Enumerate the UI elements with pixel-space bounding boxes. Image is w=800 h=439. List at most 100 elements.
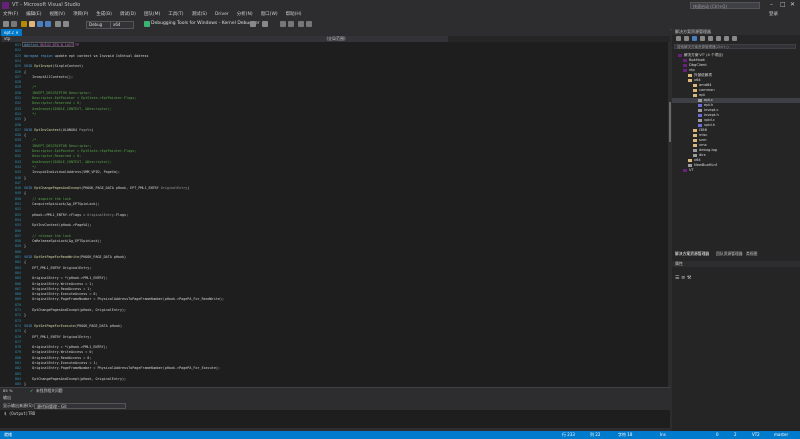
code-editor[interactable]: 821 822 823 824 825 826 827 828 829 830 831 832 833 8… [0, 42, 668, 387]
code-line[interactable]: #pragma region update ept context va Inv… [24, 54, 149, 59]
status-repo[interactable]: master [774, 431, 788, 439]
code-token: } [24, 382, 27, 387]
code-line[interactable]: InveptAllContexts(); [24, 75, 73, 80]
tab-ept-c[interactable]: ept.c ✕ [1, 29, 22, 36]
code-line[interactable]: pHook->PML1_ENTRY->Flags = OriginalEntry… [24, 213, 128, 218]
output-text-area[interactable]: $ (Output)TRD [0, 410, 670, 428]
code-line[interactable]: EPT_PML1_ENTRY OriginalEntry; [24, 335, 91, 340]
code-token: CacquireSpinLock(&g_EPTSpinLock); [24, 202, 100, 206]
debugger-select[interactable]: Debugging Tools for Windows - Kernel Deb… [151, 21, 260, 27]
menu-item[interactable]: 生成(B) [96, 11, 112, 19]
menu-item[interactable]: 测试(S) [192, 11, 207, 19]
alphabetical-icon[interactable]: ≡ [681, 275, 685, 281]
menu-item[interactable]: Driver [215, 11, 229, 19]
code-line[interactable]: } [24, 117, 26, 122]
code-line[interactable]: OriginalEntry.PageFrameNumber = Physical… [24, 297, 224, 302]
code-line[interactable]: VOID EptSetPageForExecute(PHOOK_PAGE_DAT… [24, 324, 122, 329]
tab-class-view[interactable]: 类视图 [746, 251, 757, 257]
menu-item[interactable]: 团队(M) [144, 11, 160, 19]
find-icon[interactable] [262, 21, 268, 27]
minimize-icon[interactable]: – [770, 1, 773, 8]
code-token: OriginalEntry.ExecuteAccess = 1; [24, 361, 98, 365]
scrollbar-thumb[interactable] [669, 102, 671, 142]
new-project-icon[interactable] [21, 21, 27, 27]
menu-item[interactable]: 项目(P) [73, 11, 88, 19]
attach-icon[interactable] [250, 21, 256, 27]
save-icon[interactable] [37, 21, 43, 27]
open-file-icon[interactable] [29, 21, 35, 27]
code-line[interactable]: } [24, 244, 26, 249]
menu-item[interactable]: 编辑(E) [26, 11, 41, 19]
menu-bar: 文件(F) 编辑(E) 视图(V) 项目(P) 生成(B) 调试(D) 团队(M) 工具(T)… [0, 11, 800, 19]
back-icon[interactable] [676, 36, 681, 41]
code-token: (PHOOK_PAGE_DATA pHook) [79, 255, 127, 259]
categorized-icon[interactable]: ☰ [675, 275, 679, 281]
menu-item[interactable]: 窗口(W) [261, 11, 278, 19]
comment-icon[interactable] [280, 21, 286, 27]
quick-launch-input[interactable]: 快速启动 (Ctrl+Q) [690, 2, 760, 9]
solution-tree-item[interactable]: VT [683, 168, 694, 173]
bookmark-next-icon[interactable] [306, 21, 312, 27]
undo-icon[interactable] [55, 21, 61, 27]
status-errors[interactable]: 0 [716, 431, 719, 439]
platform-select[interactable]: x64 [110, 21, 134, 29]
home-icon[interactable] [692, 36, 697, 41]
code-line[interactable]: VOID EptChangePagesAndInvept(PHOOK_PAGE_… [24, 186, 189, 191]
code-line[interactable]: CmReleaseSpinLock(&g_EPTSpinLock); [24, 239, 101, 244]
output-source-select[interactable]: 源代码管理 - Git [34, 403, 126, 409]
bookmark-icon[interactable] [298, 21, 304, 27]
code-line[interactable]: } [24, 313, 26, 318]
collapse-all-icon[interactable] [716, 36, 721, 41]
code-token: .Flags; [113, 212, 129, 217]
menu-item[interactable]: 调试(D) [120, 11, 136, 19]
redo-icon[interactable] [63, 21, 69, 27]
code-token: ) [91, 127, 94, 132]
code-line[interactable]: AsmInvept(SINGLE_CONTEXT, &Descriptor); [24, 160, 112, 165]
maximize-icon[interactable]: □ [780, 1, 786, 8]
code-token: OriginalEntry.PageFrameNumber = Physical… [24, 366, 220, 371]
menu-item[interactable]: 帮助(H) [286, 11, 302, 19]
code-line[interactable]: VOID EptSetPageForReadWrite(PHOOK_PAGE_D… [24, 255, 126, 260]
sync-icon[interactable] [700, 36, 705, 41]
status-branch[interactable]: VT2 [752, 431, 760, 439]
code-line[interactable]: AsmInvept(SINGLE_CONTEXT, &Descriptor); [24, 107, 112, 112]
tab-close-icon[interactable]: ✕ [15, 30, 18, 35]
code-line[interactable]: CacquireSpinLock(&g_EPTSpinLock); [24, 202, 100, 207]
back-icon[interactable] [3, 21, 9, 27]
close-icon[interactable]: ✕ [790, 1, 795, 8]
forward-icon[interactable] [684, 36, 689, 41]
tab-solution-explorer[interactable]: 解决方案资源管理器 [675, 251, 709, 257]
status-warnings[interactable]: 2 [734, 431, 737, 439]
login-link[interactable]: 登录 [769, 11, 778, 19]
code-line[interactable]: VOID EptInvContext(ULONG64 PageVa) [24, 128, 93, 133]
tab-team-explorer[interactable]: 团队资源管理器 [716, 251, 743, 257]
code-line[interactable]: EptInvContext(pHook->PageVA); [24, 223, 91, 228]
solution-search-input[interactable]: 搜索解决方案资源管理器(Ctrl+;) [674, 44, 796, 49]
code-line[interactable]: #define BUILD_BTN_N_LAST_TP [24, 43, 79, 48]
menu-item[interactable]: 视图(V) [49, 11, 65, 19]
code-token: } [24, 313, 27, 318]
start-debugging-icon[interactable] [144, 21, 150, 27]
menu-item[interactable]: 工具(T) [168, 11, 183, 19]
code-line[interactable]: VOID EptInvept(SingleContext) [24, 64, 83, 69]
folder-icon [688, 73, 692, 77]
code-line[interactable]: } [24, 176, 26, 181]
zoom-level[interactable]: 85 % [3, 388, 13, 394]
configuration-select[interactable]: Debug [86, 21, 112, 29]
code-line[interactable]: InvvpidIndividualAddress(VMM_VPID, PageV… [24, 170, 120, 175]
code-line[interactable]: EptChangePagesAndInvept(pHook, OriginalE… [24, 308, 126, 313]
save-all-icon[interactable] [45, 21, 51, 27]
refresh-icon[interactable] [708, 36, 713, 41]
uncomment-icon[interactable] [288, 21, 294, 27]
menu-item[interactable]: 文件(F) [3, 11, 18, 19]
wrench-icon[interactable]: ⚒ [687, 275, 691, 281]
menu-item[interactable]: 分析(N) [237, 11, 253, 19]
properties-icon[interactable] [732, 36, 737, 41]
forward-icon[interactable] [11, 21, 17, 27]
code-token: EptInvContext(pHook->PageVA); [24, 223, 92, 228]
code-line[interactable]: OriginalEntry.PageFrameNumber = Physical… [24, 366, 220, 371]
code-token: } [24, 117, 27, 122]
code-line[interactable]: EPT_PML1_ENTRY OriginalEntry; [24, 266, 91, 271]
show-all-files-icon[interactable] [724, 36, 729, 41]
code-line[interactable]: EptChangePagesAndInvept(pHook, OriginalE… [24, 377, 126, 382]
